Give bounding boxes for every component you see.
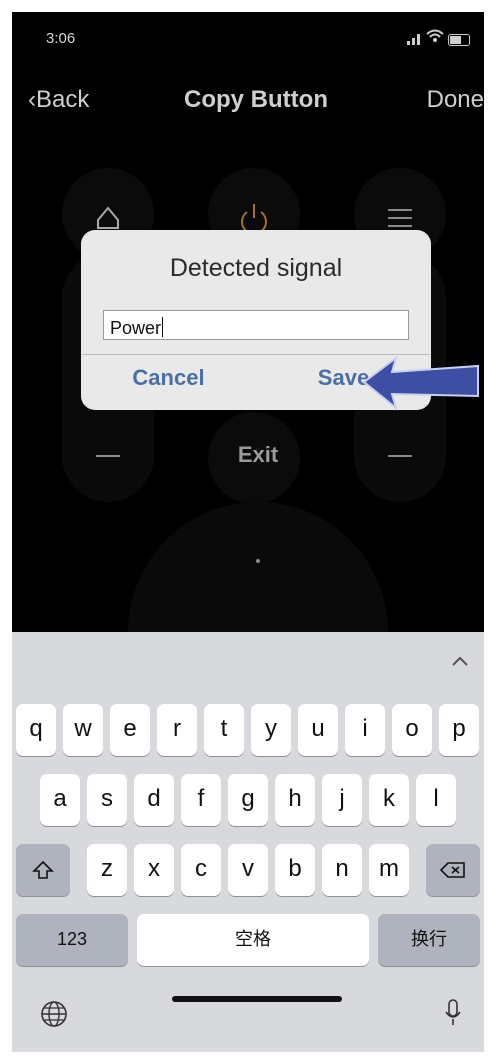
key-m[interactable]: m xyxy=(369,844,409,896)
status-time: 3:06 xyxy=(46,30,76,47)
key-h[interactable]: h xyxy=(275,774,315,826)
dialog-divider xyxy=(81,354,431,355)
key-g[interactable]: g xyxy=(228,774,268,826)
key-c[interactable]: c xyxy=(181,844,221,896)
page-title-text: Copy Button xyxy=(184,86,328,113)
signal-name-value: Power xyxy=(110,318,162,338)
microphone-icon[interactable] xyxy=(444,998,462,1028)
key-b[interactable]: b xyxy=(275,844,315,896)
text-cursor xyxy=(162,317,164,337)
channel-down-icon xyxy=(388,455,412,457)
key-w[interactable]: w xyxy=(63,704,103,756)
key-d[interactable]: d xyxy=(134,774,174,826)
signal-name-input[interactable]: Power xyxy=(103,310,409,340)
key-v[interactable]: v xyxy=(228,844,268,896)
dialog-title: Detected signal xyxy=(169,254,343,282)
page-title: Copy Button xyxy=(12,86,484,114)
chevron-up-icon[interactable] xyxy=(452,656,468,666)
exit-button[interactable]: Exit xyxy=(230,442,286,468)
wifi-icon xyxy=(426,29,444,48)
pointer-arrow-icon xyxy=(362,356,479,411)
keyboard: q w e r t y u i o p a s d f g h j k l z … xyxy=(12,632,484,1052)
space-key[interactable]: 空格 xyxy=(137,914,369,966)
key-j[interactable]: j xyxy=(322,774,362,826)
key-x[interactable]: x xyxy=(134,844,174,896)
home-icon xyxy=(97,206,119,229)
key-r[interactable]: r xyxy=(157,704,197,756)
volume-down-icon xyxy=(96,455,120,457)
navigation-bar: ‹Back Copy Button Done xyxy=(12,82,484,122)
key-s[interactable]: s xyxy=(87,774,127,826)
shift-icon xyxy=(32,860,54,879)
home-indicator xyxy=(172,996,342,1002)
key-a[interactable]: a xyxy=(40,774,80,826)
key-l[interactable]: l xyxy=(416,774,456,826)
key-e[interactable]: e xyxy=(110,704,150,756)
key-y[interactable]: y xyxy=(251,704,291,756)
numbers-key[interactable]: 123 xyxy=(16,914,128,966)
dial-center-dot xyxy=(256,559,260,563)
key-u[interactable]: u xyxy=(298,704,338,756)
shift-key[interactable] xyxy=(16,844,70,896)
return-key[interactable]: 换行 xyxy=(378,914,480,966)
key-p[interactable]: p xyxy=(439,704,479,756)
key-k[interactable]: k xyxy=(369,774,409,826)
key-t[interactable]: t xyxy=(204,704,244,756)
key-z[interactable]: z xyxy=(87,844,127,896)
delete-key[interactable] xyxy=(426,844,480,896)
key-n[interactable]: n xyxy=(322,844,362,896)
phone-screen: 3:06 ‹Back Copy Button Done Exit Detecte… xyxy=(12,12,484,1052)
key-i[interactable]: i xyxy=(345,704,385,756)
backspace-icon xyxy=(439,862,465,878)
battery-icon xyxy=(448,34,470,46)
key-f[interactable]: f xyxy=(181,774,221,826)
key-o[interactable]: o xyxy=(392,704,432,756)
key-q[interactable]: q xyxy=(16,704,56,756)
status-bar: 3:06 xyxy=(12,12,484,72)
cell-signal-icon xyxy=(406,32,422,50)
globe-icon[interactable] xyxy=(40,1000,68,1028)
done-button[interactable]: Done xyxy=(427,86,484,114)
cancel-button[interactable]: Cancel xyxy=(81,365,256,391)
